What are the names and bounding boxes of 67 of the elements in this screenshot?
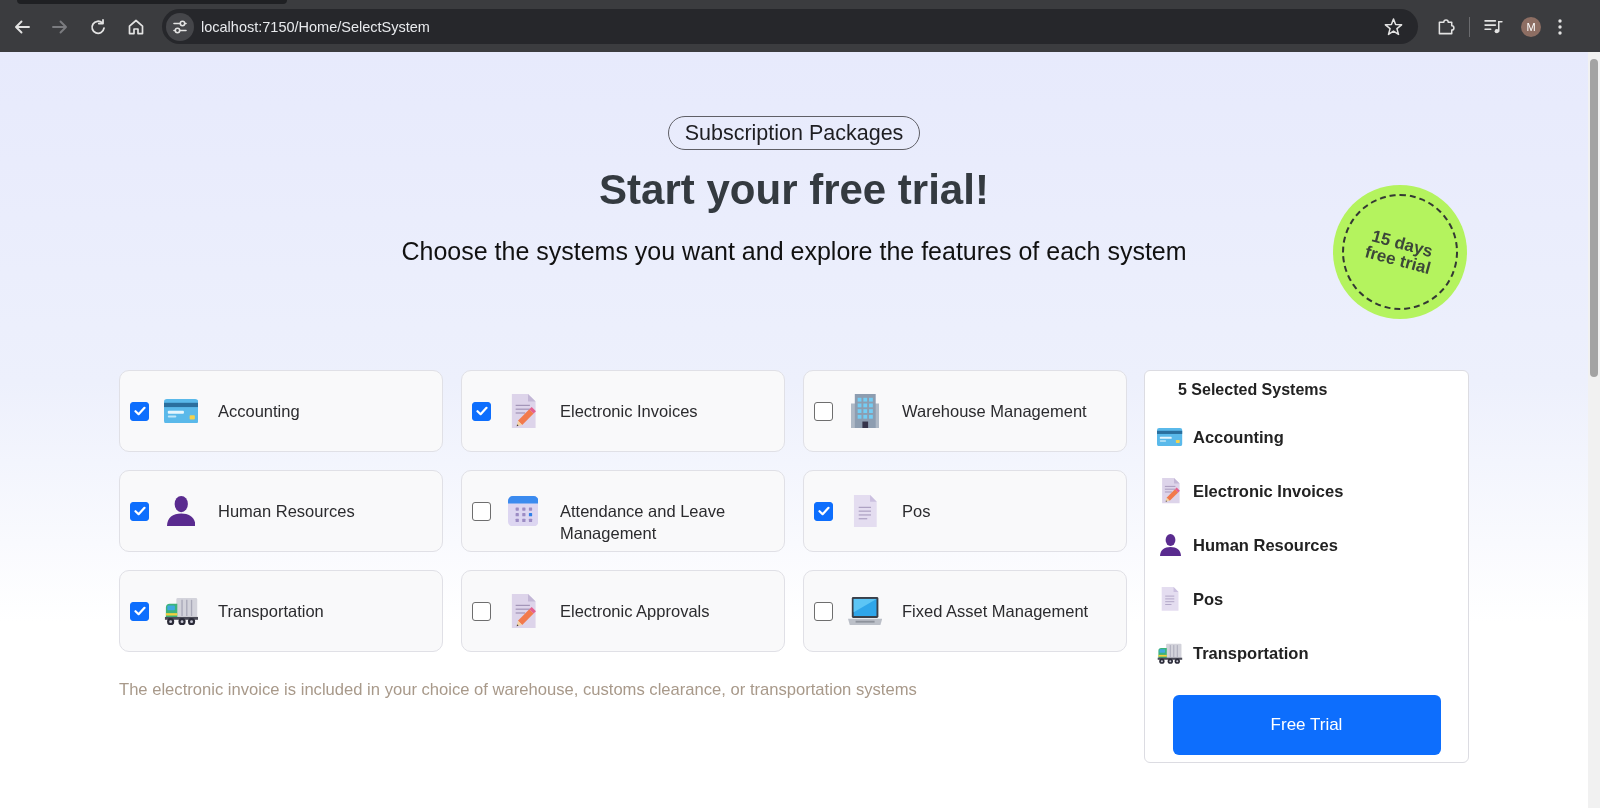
selected-system-name: Electronic Invoices [1193,481,1344,501]
calendar-icon [507,495,539,527]
page-subtitle: Choose the systems you want and explore the features of each system [401,237,1187,265]
home-icon[interactable] [128,18,144,35]
free-trial-button[interactable]: Free Trial [1172,695,1441,755]
system-name: Attendance and Leave Management [560,501,727,544]
page-title: Start your free trial! [599,166,989,214]
back-icon[interactable] [14,19,30,34]
checkbox[interactable] [472,601,491,621]
system-name: Pos [902,501,931,522]
system-card[interactable]: Human Resources [119,470,443,552]
checkmark-icon [133,606,146,616]
system-card[interactable]: Electronic Approvals [461,570,785,652]
truck-icon [1157,642,1183,664]
checkmark-icon [475,406,488,416]
system-name: Transportation [218,601,324,622]
laptop-icon [847,596,883,626]
system-card[interactable]: Pos [803,470,1127,552]
system-card[interactable]: Warehouse Management [803,370,1127,452]
menu-icon[interactable] [1558,18,1562,35]
system-name: Human Resources [218,501,355,522]
system-name: Warehouse Management [902,401,1087,422]
selected-system-name: Accounting [1193,427,1284,447]
truck-icon [163,596,199,626]
selected-system-name: Pos [1193,589,1224,609]
puzzle-icon[interactable] [1437,17,1456,36]
system-card[interactable]: Accounting [119,370,443,452]
checkbox[interactable] [472,401,491,421]
info-note: The electronic invoice is included in your choice of warehouse, customs clearance, or transportation systems [119,680,918,699]
checkmark-icon [817,506,830,516]
selected-system-name: Transportation [1193,643,1309,663]
system-card[interactable]: Electronic Invoices [461,370,785,452]
checkbox[interactable] [130,401,149,421]
system-name: Fixed Asset Management [902,601,1089,622]
person-icon [166,495,196,527]
checkbox[interactable] [814,601,833,621]
checkbox[interactable] [130,601,149,621]
tune-icon[interactable] [166,12,194,41]
url-text: localhost:7150/Home/SelectSystem [201,18,431,35]
scrollbar-thumb[interactable] [1590,59,1598,377]
address-bar[interactable]: localhost:7150/Home/SelectSystem [162,9,1418,44]
badge-text: 15 days free trial [1361,225,1436,279]
selected-system-name: Human Resources [1193,535,1338,555]
checkbox[interactable] [814,401,833,421]
star-icon[interactable] [1384,17,1403,36]
credit-card-icon [1157,427,1183,447]
reload-icon[interactable] [90,18,106,35]
document-icon [852,494,878,528]
system-name: Electronic Invoices [560,401,698,422]
checkmark-icon [133,506,146,516]
credit-card-icon [163,398,199,424]
checkbox[interactable] [472,501,491,521]
office-building-icon [850,393,880,429]
system-card[interactable]: Fixed Asset Management [803,570,1127,652]
playlist-icon[interactable] [1484,19,1503,34]
document-icon [1160,587,1180,611]
checkbox[interactable] [130,501,149,521]
checkbox[interactable] [814,501,833,521]
system-card[interactable]: Attendance and Leave Management [461,470,785,552]
avatar-button[interactable]: M [1521,16,1541,37]
system-card[interactable]: Transportation [119,570,443,652]
checkmark-icon [133,406,146,416]
system-name: Accounting [218,401,300,422]
person-icon [1159,533,1181,557]
document-pencil-icon [1159,478,1181,504]
system-name: Electronic Approvals [560,601,710,622]
panel-title: 5 Selected Systems [1177,380,1329,399]
